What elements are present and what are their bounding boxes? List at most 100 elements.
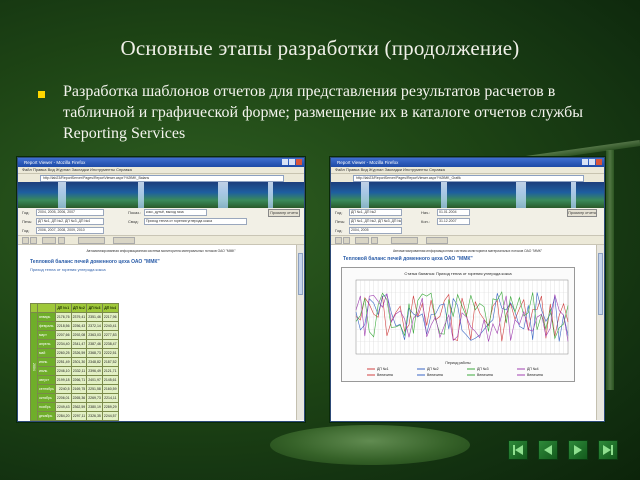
table-corner — [30, 303, 38, 313]
address-bar: http://lab23/ReportServer/Pages/ReportVi… — [18, 173, 304, 182]
param-select[interactable]: 01.01.2004 — [437, 209, 470, 216]
find-input[interactable] — [426, 237, 448, 244]
line-chart: Статья баланса: Приход тепла от горения … — [341, 267, 575, 382]
legend-label: ДП №4 — [527, 367, 539, 371]
param-select[interactable]: 2004, 2005 — [349, 227, 402, 234]
next-slide-button[interactable] — [568, 440, 588, 460]
value-cell: 2379,41 — [70, 312, 88, 322]
page-number-input[interactable] — [355, 237, 369, 244]
page-number-input[interactable] — [42, 237, 56, 244]
maximize-icon[interactable] — [289, 159, 295, 165]
value-cell: 2256,43 — [70, 321, 88, 331]
value-cell: 2160,59 — [101, 384, 119, 394]
vertical-scrollbar[interactable] — [296, 245, 304, 420]
value-cell: 2260,25 — [54, 348, 72, 358]
value-cell: 2251,49 — [54, 357, 72, 367]
value-cell: 2265,36 — [70, 393, 88, 403]
previous-slide-icon — [544, 445, 552, 455]
first-page-icon[interactable] — [22, 237, 29, 244]
address-input[interactable]: http://lab23/ReportServer/Pages/ReportVi… — [40, 175, 284, 182]
value-cell: 2348,82 — [86, 357, 103, 367]
next-slide-icon — [574, 445, 582, 455]
next-page-icon[interactable] — [371, 237, 378, 244]
report-chart-screenshot: Report Viewer - Mozilla Firefox Файл Пра… — [330, 157, 605, 422]
table-row: август 2199,18 2266,71 2401,97 2145,61 — [31, 375, 119, 385]
legend-label: Величина — [427, 373, 443, 377]
value-cell: 2238,47 — [101, 339, 119, 349]
value-cell: 2341,47 — [70, 339, 88, 349]
bullet-item: Разработка шаблонов отчетов для представ… — [38, 81, 613, 144]
last-slide-icon — [603, 445, 613, 455]
param-select[interactable]: 2004, 2005, 2006, 2007 — [36, 209, 104, 216]
value-cell: 2145,61 — [101, 375, 119, 385]
address-input[interactable]: http://lab23/ReportServer/Pages/ReportVi… — [353, 175, 584, 182]
value-cell: 2380,19 — [86, 402, 103, 412]
report-header: Автоматизированная информационная систем… — [392, 249, 543, 253]
minimize-icon[interactable] — [582, 159, 588, 165]
year-cell: 2004 — [30, 312, 38, 421]
legend-label: Величина — [477, 373, 493, 377]
chart-xlabel: Период работы — [445, 361, 471, 365]
value-cell: 2240,41 — [101, 321, 119, 331]
previous-slide-button[interactable] — [538, 440, 558, 460]
prev-page-icon[interactable] — [343, 237, 350, 244]
close-icon[interactable] — [596, 159, 602, 165]
maximize-icon[interactable] — [589, 159, 595, 165]
param-select[interactable]: ДП №1, ДП №2, ДП №3, ДП №4 — [349, 218, 402, 225]
table-row: 2004 январь 2176,76 2379,41 2351,46 2217,96 — [30, 312, 119, 421]
next-page-icon[interactable] — [58, 237, 65, 244]
chart-svg: Статья баланса: Приход тепла от горения … — [355, 271, 569, 377]
value-cell: 2246,10 — [54, 366, 72, 376]
value-cell: 2199,18 — [54, 375, 72, 385]
minimize-icon[interactable] — [282, 159, 288, 165]
value-cell: 2284,20 — [54, 411, 72, 421]
chart-legend: ДП №1 ДП №2 ДП №3 ДП №4 Величина Величина Вели… — [367, 367, 543, 377]
table-corner — [37, 303, 56, 313]
vertical-scrollbar[interactable] — [596, 245, 604, 420]
param-select[interactable]: ДП №1, ДП №2, ДП №3, ДП №4 — [36, 218, 104, 225]
column-header: ДП №3 — [86, 303, 103, 313]
report-body: Автоматизированная информационная систем… — [18, 245, 304, 421]
param-select[interactable]: 31.12.2007 — [437, 218, 470, 225]
param-select[interactable]: 2006, 2007, 2008, 2009, 2010 — [36, 227, 104, 234]
month-cell: июль — [37, 366, 56, 376]
param-select[interactable]: кокс, дутьё, выход газа — [144, 209, 207, 216]
value-cell: 2244,57 — [101, 411, 119, 421]
report-toolbar — [331, 236, 604, 245]
view-report-button[interactable]: Просмотр отчета — [268, 209, 300, 217]
zoom-select[interactable] — [391, 237, 418, 244]
zoom-select[interactable] — [78, 237, 105, 244]
close-icon[interactable] — [296, 159, 302, 165]
window-titlebar: Report Viewer - Mozilla Firefox — [331, 158, 604, 167]
table-row: февраль 2218,56 2256,43 2372,14 2240,41 — [31, 321, 119, 331]
report-table-screenshot: Report Viewer - Mozilla Firefox Файл Пра… — [17, 157, 305, 422]
value-cell: 2277,83 — [101, 330, 119, 340]
first-slide-button[interactable] — [508, 440, 528, 460]
value-cell: 2206,01 — [54, 393, 72, 403]
value-cell: 2187,52 — [101, 357, 119, 367]
first-page-icon[interactable] — [335, 237, 342, 244]
find-input[interactable] — [113, 237, 135, 244]
chart-grid — [355, 279, 569, 355]
waterfall-banner — [331, 182, 604, 208]
param-label: Год: — [335, 228, 343, 233]
param-label: Год: — [22, 228, 30, 233]
param-label: Показ.: — [128, 210, 142, 215]
value-cell: 2217,96 — [101, 312, 119, 322]
month-cell: август — [37, 375, 56, 385]
value-cell: 2396,49 — [86, 366, 103, 376]
column-header: ДП №1 — [54, 303, 72, 313]
address-bar: http://lab23/ReportServer/Pages/ReportVi… — [331, 173, 604, 182]
window-title: Report Viewer - Mozilla Firefox — [337, 160, 399, 165]
report-toolbar — [18, 236, 304, 245]
param-select[interactable]: Приход тепла от горения углерода кокса — [144, 218, 247, 225]
value-cell: 2326,35 — [86, 411, 103, 421]
view-report-button[interactable]: Просмотр отчета — [567, 209, 597, 217]
prev-page-icon[interactable] — [30, 237, 37, 244]
param-label: Кон.: — [421, 219, 430, 224]
bullet-text: Разработка шаблонов отчетов для представ… — [63, 83, 584, 142]
value-cell: 2214,11 — [101, 393, 119, 403]
last-slide-button[interactable] — [598, 440, 618, 460]
report-header: Автоматизированная информационная систем… — [86, 249, 236, 253]
param-select[interactable]: ДП №1, ДП №2 — [349, 209, 402, 216]
